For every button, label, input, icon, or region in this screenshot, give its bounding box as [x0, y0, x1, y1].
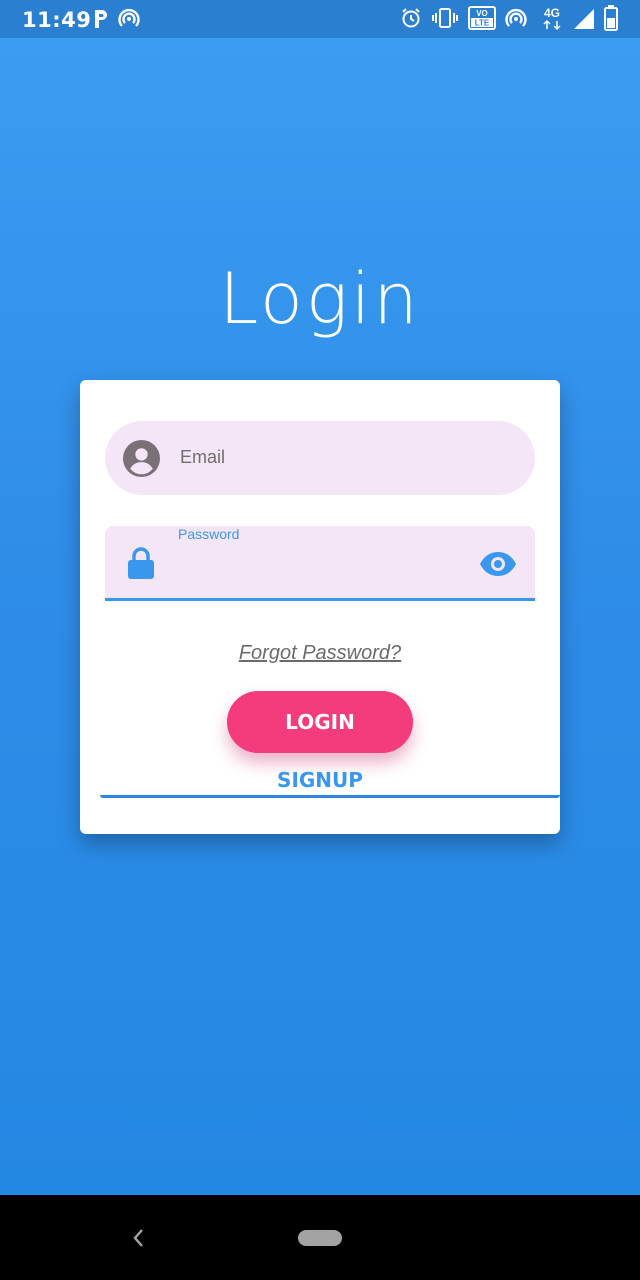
- status-time: 11:49: [22, 8, 92, 32]
- email-placeholder: Email: [180, 447, 226, 467]
- login-card: Email Password Forgot Password? LOGIN SI…: [80, 380, 560, 834]
- signup-button[interactable]: SIGNUP: [80, 768, 560, 792]
- login-button[interactable]: LOGIN: [227, 691, 413, 753]
- hotspot-icon: [505, 8, 527, 35]
- navigation-bar: [0, 1195, 640, 1280]
- card-accent-line: [100, 795, 560, 798]
- visibility-toggle-icon[interactable]: [479, 551, 517, 582]
- page-title: Login: [219, 258, 421, 340]
- login-screen: Login Email Password Forgot Password? LO…: [0, 38, 640, 1195]
- parking-icon: [92, 8, 110, 35]
- home-pill-icon[interactable]: [298, 1230, 342, 1246]
- forgot-password-link[interactable]: Forgot Password?: [80, 642, 560, 665]
- status-bar: 11:49 VO LTE 4G: [0, 0, 640, 38]
- hotspot-icon: [118, 8, 140, 35]
- password-label: Password: [178, 526, 240, 542]
- lock-icon: [126, 546, 156, 585]
- svg-text:4G: 4G: [544, 6, 560, 20]
- email-field[interactable]: Email: [105, 421, 535, 495]
- network-4g-icon: 4G: [540, 5, 564, 36]
- account-circle-icon: [123, 440, 160, 482]
- alarm-icon: [400, 7, 422, 34]
- back-icon[interactable]: [130, 1225, 148, 1256]
- vibrate-icon: [432, 7, 458, 34]
- battery-icon: [604, 5, 618, 36]
- svg-text:VO: VO: [476, 9, 488, 18]
- volte-icon: VO LTE: [468, 6, 496, 35]
- svg-text:LTE: LTE: [475, 19, 490, 28]
- signal-icon: [572, 8, 596, 35]
- password-field[interactable]: Password: [105, 526, 535, 601]
